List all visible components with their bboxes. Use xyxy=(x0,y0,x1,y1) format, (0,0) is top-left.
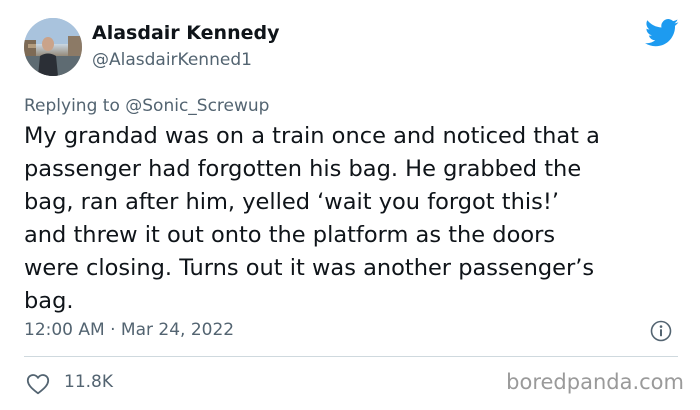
tweet-line: bag, ran after him, yelled ‘wait you for… xyxy=(24,189,560,215)
boredpanda-watermark: boredpanda.com xyxy=(506,370,684,394)
tweet-line: passenger had forgotten his bag. He grab… xyxy=(24,156,582,182)
tweet-line: and threw it out onto the platform as th… xyxy=(24,222,556,248)
tweet-card: Alasdair Kennedy @AlasdairKenned1 Replyi… xyxy=(0,0,700,410)
tweet-line: My grandad was on a train once and notic… xyxy=(24,123,600,149)
author-handle[interactable]: @AlasdairKenned1 xyxy=(92,50,252,70)
replying-to: Replying to @Sonic_Screwup xyxy=(24,96,269,116)
twitter-bird-icon[interactable] xyxy=(645,18,679,48)
reply-mention-link[interactable]: @Sonic_Screwup xyxy=(125,96,269,116)
avatar[interactable] xyxy=(24,18,82,76)
avatar-photo xyxy=(24,18,82,76)
replying-to-prefix: Replying to xyxy=(24,96,126,116)
tweet-timestamp[interactable]: 12:00 AM · Mar 24, 2022 xyxy=(24,320,234,340)
info-icon[interactable] xyxy=(650,320,672,342)
author-display-name[interactable]: Alasdair Kennedy xyxy=(92,22,279,44)
like-count[interactable]: 11.8K xyxy=(64,372,113,392)
tweet-line: were closing. Turns out it was another p… xyxy=(24,255,595,281)
tweet-line: bag. xyxy=(24,288,74,314)
divider xyxy=(24,356,678,357)
heart-icon[interactable] xyxy=(26,373,50,395)
tweet-body: My grandad was on a train once and notic… xyxy=(24,120,684,318)
